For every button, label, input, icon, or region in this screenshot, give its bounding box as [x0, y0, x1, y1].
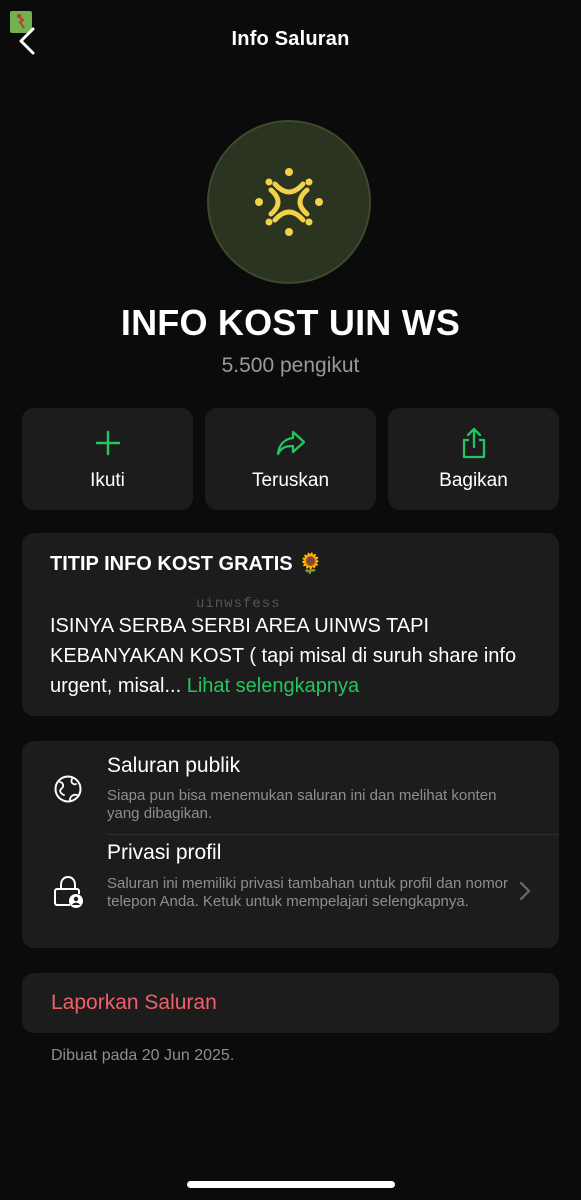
forward-icon [275, 426, 307, 460]
public-channel-title: Saluran publik [107, 754, 241, 777]
channel-avatar[interactable] [207, 120, 371, 284]
chevron-right-icon [519, 881, 531, 906]
channel-logo-icon [255, 168, 323, 236]
description-body: ISINYA SERBA SERBI AREA UINWS TAPI KEBAN… [50, 611, 540, 701]
privacy-card: Saluran publik Siapa pun bisa menemukan … [22, 741, 559, 948]
profile-privacy-subtitle: Saluran ini memiliki privasi tambahan un… [107, 875, 509, 910]
channel-name: INFO KOST UIN WS [120, 302, 461, 343]
home-indicator[interactable] [187, 1181, 395, 1188]
globe-icon [53, 774, 83, 809]
description-card: TITIP INFO KOST GRATIS 🌻 ISINYA SERBA SE… [22, 533, 559, 716]
see-more-link[interactable]: Lihat selengkapnya [187, 675, 359, 697]
forward-label: Teruskan [251, 470, 330, 491]
lock-person-icon [53, 875, 85, 914]
follow-label: Ikuti [90, 470, 125, 491]
description-title: TITIP INFO KOST GRATIS 🌻 [50, 553, 324, 575]
page-title: Info Saluran [231, 28, 350, 50]
report-channel-label: Laporkan Saluran [51, 991, 217, 1014]
profile-privacy-title: Privasi profil [107, 841, 222, 864]
profile-privacy-row[interactable]: Privasi profil Saluran ini memiliki priv… [22, 835, 559, 948]
created-date: Dibuat pada 20 Jun 2025. [51, 1047, 235, 1064]
share-icon [460, 426, 488, 460]
action-buttons: Ikuti Teruskan Bagikan [22, 408, 559, 510]
report-channel-button[interactable]: Laporkan Saluran [22, 973, 559, 1033]
follower-count: 5.500 pengikut [221, 354, 360, 377]
plus-icon [95, 426, 121, 460]
public-channel-row[interactable]: Saluran publik Siapa pun bisa menemukan … [22, 741, 559, 834]
follow-button[interactable]: Ikuti [22, 408, 193, 510]
public-channel-subtitle: Siapa pun bisa menemukan saluran ini dan… [107, 787, 497, 822]
watermark-text: uinwsfess [196, 596, 281, 612]
forward-button[interactable]: Teruskan [205, 408, 376, 510]
share-button[interactable]: Bagikan [388, 408, 559, 510]
share-label: Bagikan [439, 470, 508, 491]
